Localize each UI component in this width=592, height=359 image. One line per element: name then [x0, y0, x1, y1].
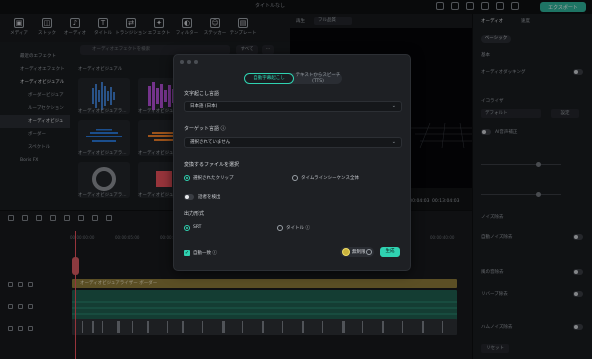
speaker-detect-toggle[interactable]: [184, 194, 194, 200]
auto-match-checkbox[interactable]: ✓: [184, 250, 190, 256]
maximize-dot-icon[interactable]: [194, 60, 198, 64]
radio-srt[interactable]: [184, 225, 190, 231]
info-icon[interactable]: [366, 249, 372, 255]
output-format-label: 出力形式: [184, 211, 205, 217]
radio-timeline[interactable]: [292, 175, 298, 181]
speaker-detect-label: 話者を検出: [198, 195, 221, 200]
lang-select[interactable]: 日本語 (日本) ⌄: [184, 101, 402, 112]
window-controls: [180, 60, 198, 64]
auto-match-label: 自動一致 ⓘ: [193, 251, 217, 256]
close-dot-icon[interactable]: [180, 60, 184, 64]
chevron-down-icon: ⌄: [391, 139, 396, 145]
target-lang-label: ターゲット言語 ⓘ: [184, 126, 226, 132]
radio-title[interactable]: [277, 225, 283, 231]
target-lang-select[interactable]: 選択されていません ⌄: [184, 137, 402, 148]
file-select-label: 変換するファイルを選択: [184, 162, 240, 168]
tab-tts[interactable]: テキストからスピーチ (TTS): [294, 73, 342, 84]
radio-timeline-label: タイムラインシーケンス全体: [301, 176, 359, 181]
generate-button[interactable]: 生成: [380, 247, 400, 257]
minimize-dot-icon[interactable]: [187, 60, 191, 64]
target-lang-value: 選択されていません: [190, 140, 231, 145]
auto-caption-dialog: 自動字幕起こし テキストからスピーチ (TTS) 文字起こし言語 日本語 (日本…: [173, 54, 411, 271]
chevron-down-icon: ⌄: [391, 103, 396, 109]
editor-app: タイトルなし エクスポート ▣ メディア ◫ ストック ♪ オーディオ T タイトル ⇄…: [0, 0, 592, 359]
lang-value: 日本語 (日本): [190, 104, 218, 109]
mode-tabs: 自動字幕起こし テキストからスピーチ (TTS): [244, 73, 342, 84]
coin-icon: [342, 248, 350, 256]
credits-text: 無制限: [352, 250, 366, 255]
radio-title-label: タイトル ⓘ: [286, 226, 310, 231]
radio-selected-clip-label: 選択されたクリップ: [193, 176, 234, 181]
radio-selected-clip[interactable]: [184, 175, 190, 181]
credits-badge[interactable]: 無制限: [340, 247, 374, 257]
radio-srt-label: SRT: [193, 225, 202, 230]
tab-auto-caption[interactable]: 自動字幕起こし: [244, 73, 294, 84]
lang-label: 文字起こし言語: [184, 91, 220, 97]
